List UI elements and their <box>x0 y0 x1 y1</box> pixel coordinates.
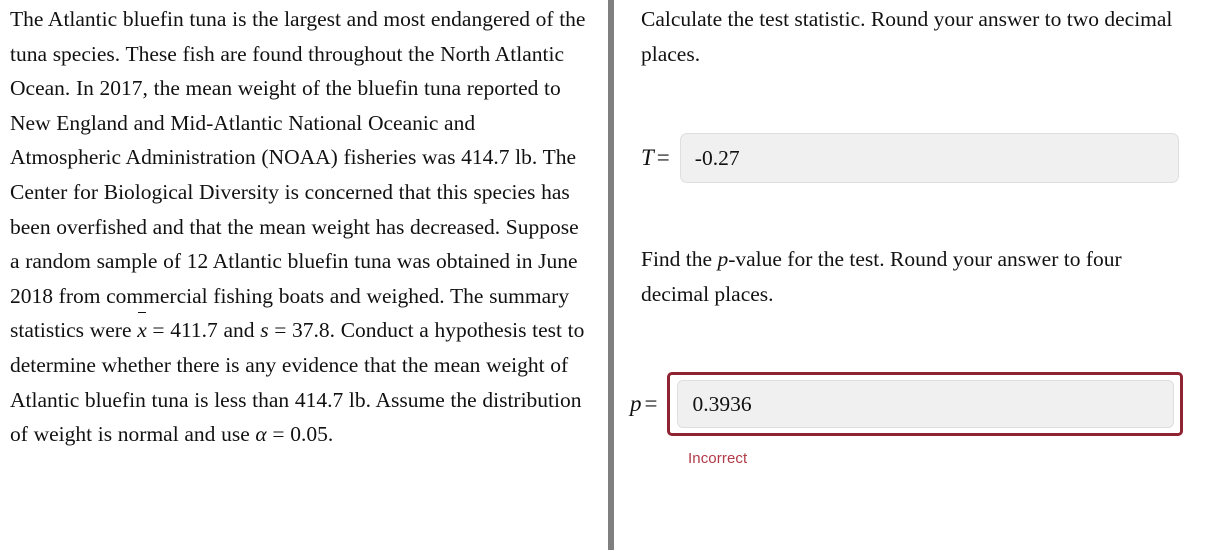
problem-statement-text: The Atlantic bluefin tuna is the largest… <box>10 2 586 452</box>
p-value-input[interactable]: 0.3936 <box>677 380 1175 428</box>
problem-statement-panel: The Atlantic bluefin tuna is the largest… <box>0 0 600 550</box>
prompt-test-statistic: Calculate the test statistic. Round your… <box>641 7 1173 66</box>
problem-body: The Atlantic bluefin tuna is the largest… <box>10 7 586 343</box>
p-italic-symbol: p <box>717 247 729 271</box>
test-statistic-symbol: T <box>641 145 654 170</box>
alpha-symbol: α <box>255 422 267 447</box>
equals-sign: = <box>644 391 658 416</box>
question-page: The Atlantic bluefin tuna is the largest… <box>0 0 1212 550</box>
test-statistic-label: T = <box>641 145 670 171</box>
answer-panel: Calculate the test statistic. Round your… <box>614 0 1212 550</box>
sample-sd-symbol: s <box>260 318 269 343</box>
prompt-p-value-pre: Find the <box>641 247 718 271</box>
sample-mean-value: = 411.7 and <box>146 318 261 343</box>
equals-sign: = <box>656 145 670 170</box>
p-value-incorrect-highlight: 0.3936 <box>667 372 1184 436</box>
test-statistic-input[interactable]: -0.27 <box>679 133 1179 183</box>
sample-mean-symbol: x <box>137 312 147 348</box>
alpha-value: = 0.05. <box>266 422 334 447</box>
prompt-p-value: Find the p-value for the test. Round you… <box>641 242 1186 311</box>
p-value-label: p = <box>630 391 657 417</box>
p-value-answer-row: p = 0.3936 <box>630 372 1184 436</box>
p-value-symbol: p <box>630 391 642 416</box>
test-statistic-answer-row: T = -0.27 <box>641 133 1179 183</box>
p-value-feedback-status: Incorrect <box>688 450 748 467</box>
